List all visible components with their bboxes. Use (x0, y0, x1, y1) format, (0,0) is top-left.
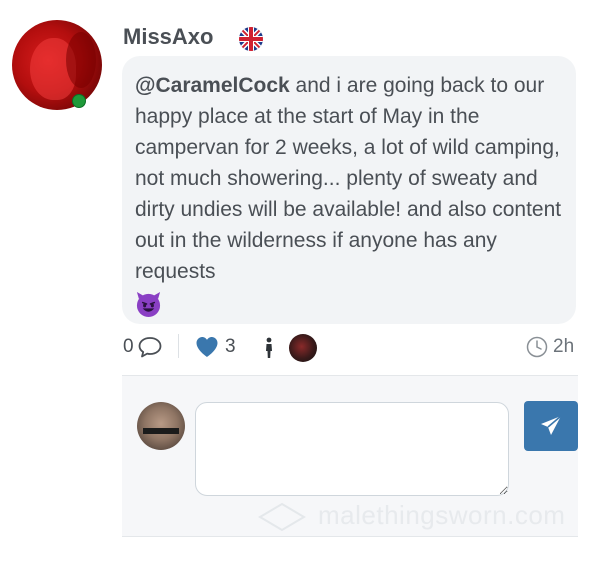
comment-count: 0 (123, 336, 134, 357)
post-actions-bar: 0 3 2h (122, 330, 578, 364)
paper-plane-icon (541, 415, 562, 435)
smiling-devil-emoji-icon (136, 291, 161, 317)
person-icon (266, 337, 272, 358)
comment-section-bottom-divider (122, 536, 578, 537)
comment-input[interactable] (195, 402, 509, 496)
post-timestamp: 2h (553, 336, 575, 357)
actions-separator (178, 334, 179, 358)
watermark-logo-icon (258, 502, 306, 532)
send-comment-button[interactable] (524, 401, 578, 451)
user-mention-link[interactable]: @CaramelCock (135, 74, 290, 97)
author-avatar[interactable] (12, 20, 104, 112)
clock-icon (526, 336, 548, 358)
post-text: and i are going back to our happy place … (135, 74, 562, 283)
comment-bubble-icon[interactable] (137, 335, 163, 359)
post-body: @CaramelCock and i are going back to our… (135, 70, 565, 318)
liker-avatar[interactable] (289, 334, 317, 362)
uk-flag-icon (239, 27, 263, 51)
heart-like-icon[interactable] (195, 336, 219, 358)
like-count: 3 (225, 336, 236, 357)
current-user-avatar (137, 402, 185, 450)
author-avatar-image (12, 20, 102, 110)
online-status-indicator (72, 94, 86, 108)
author-username[interactable]: MissAxo (123, 24, 213, 50)
watermark-text: malethingsworn.com (318, 500, 566, 530)
